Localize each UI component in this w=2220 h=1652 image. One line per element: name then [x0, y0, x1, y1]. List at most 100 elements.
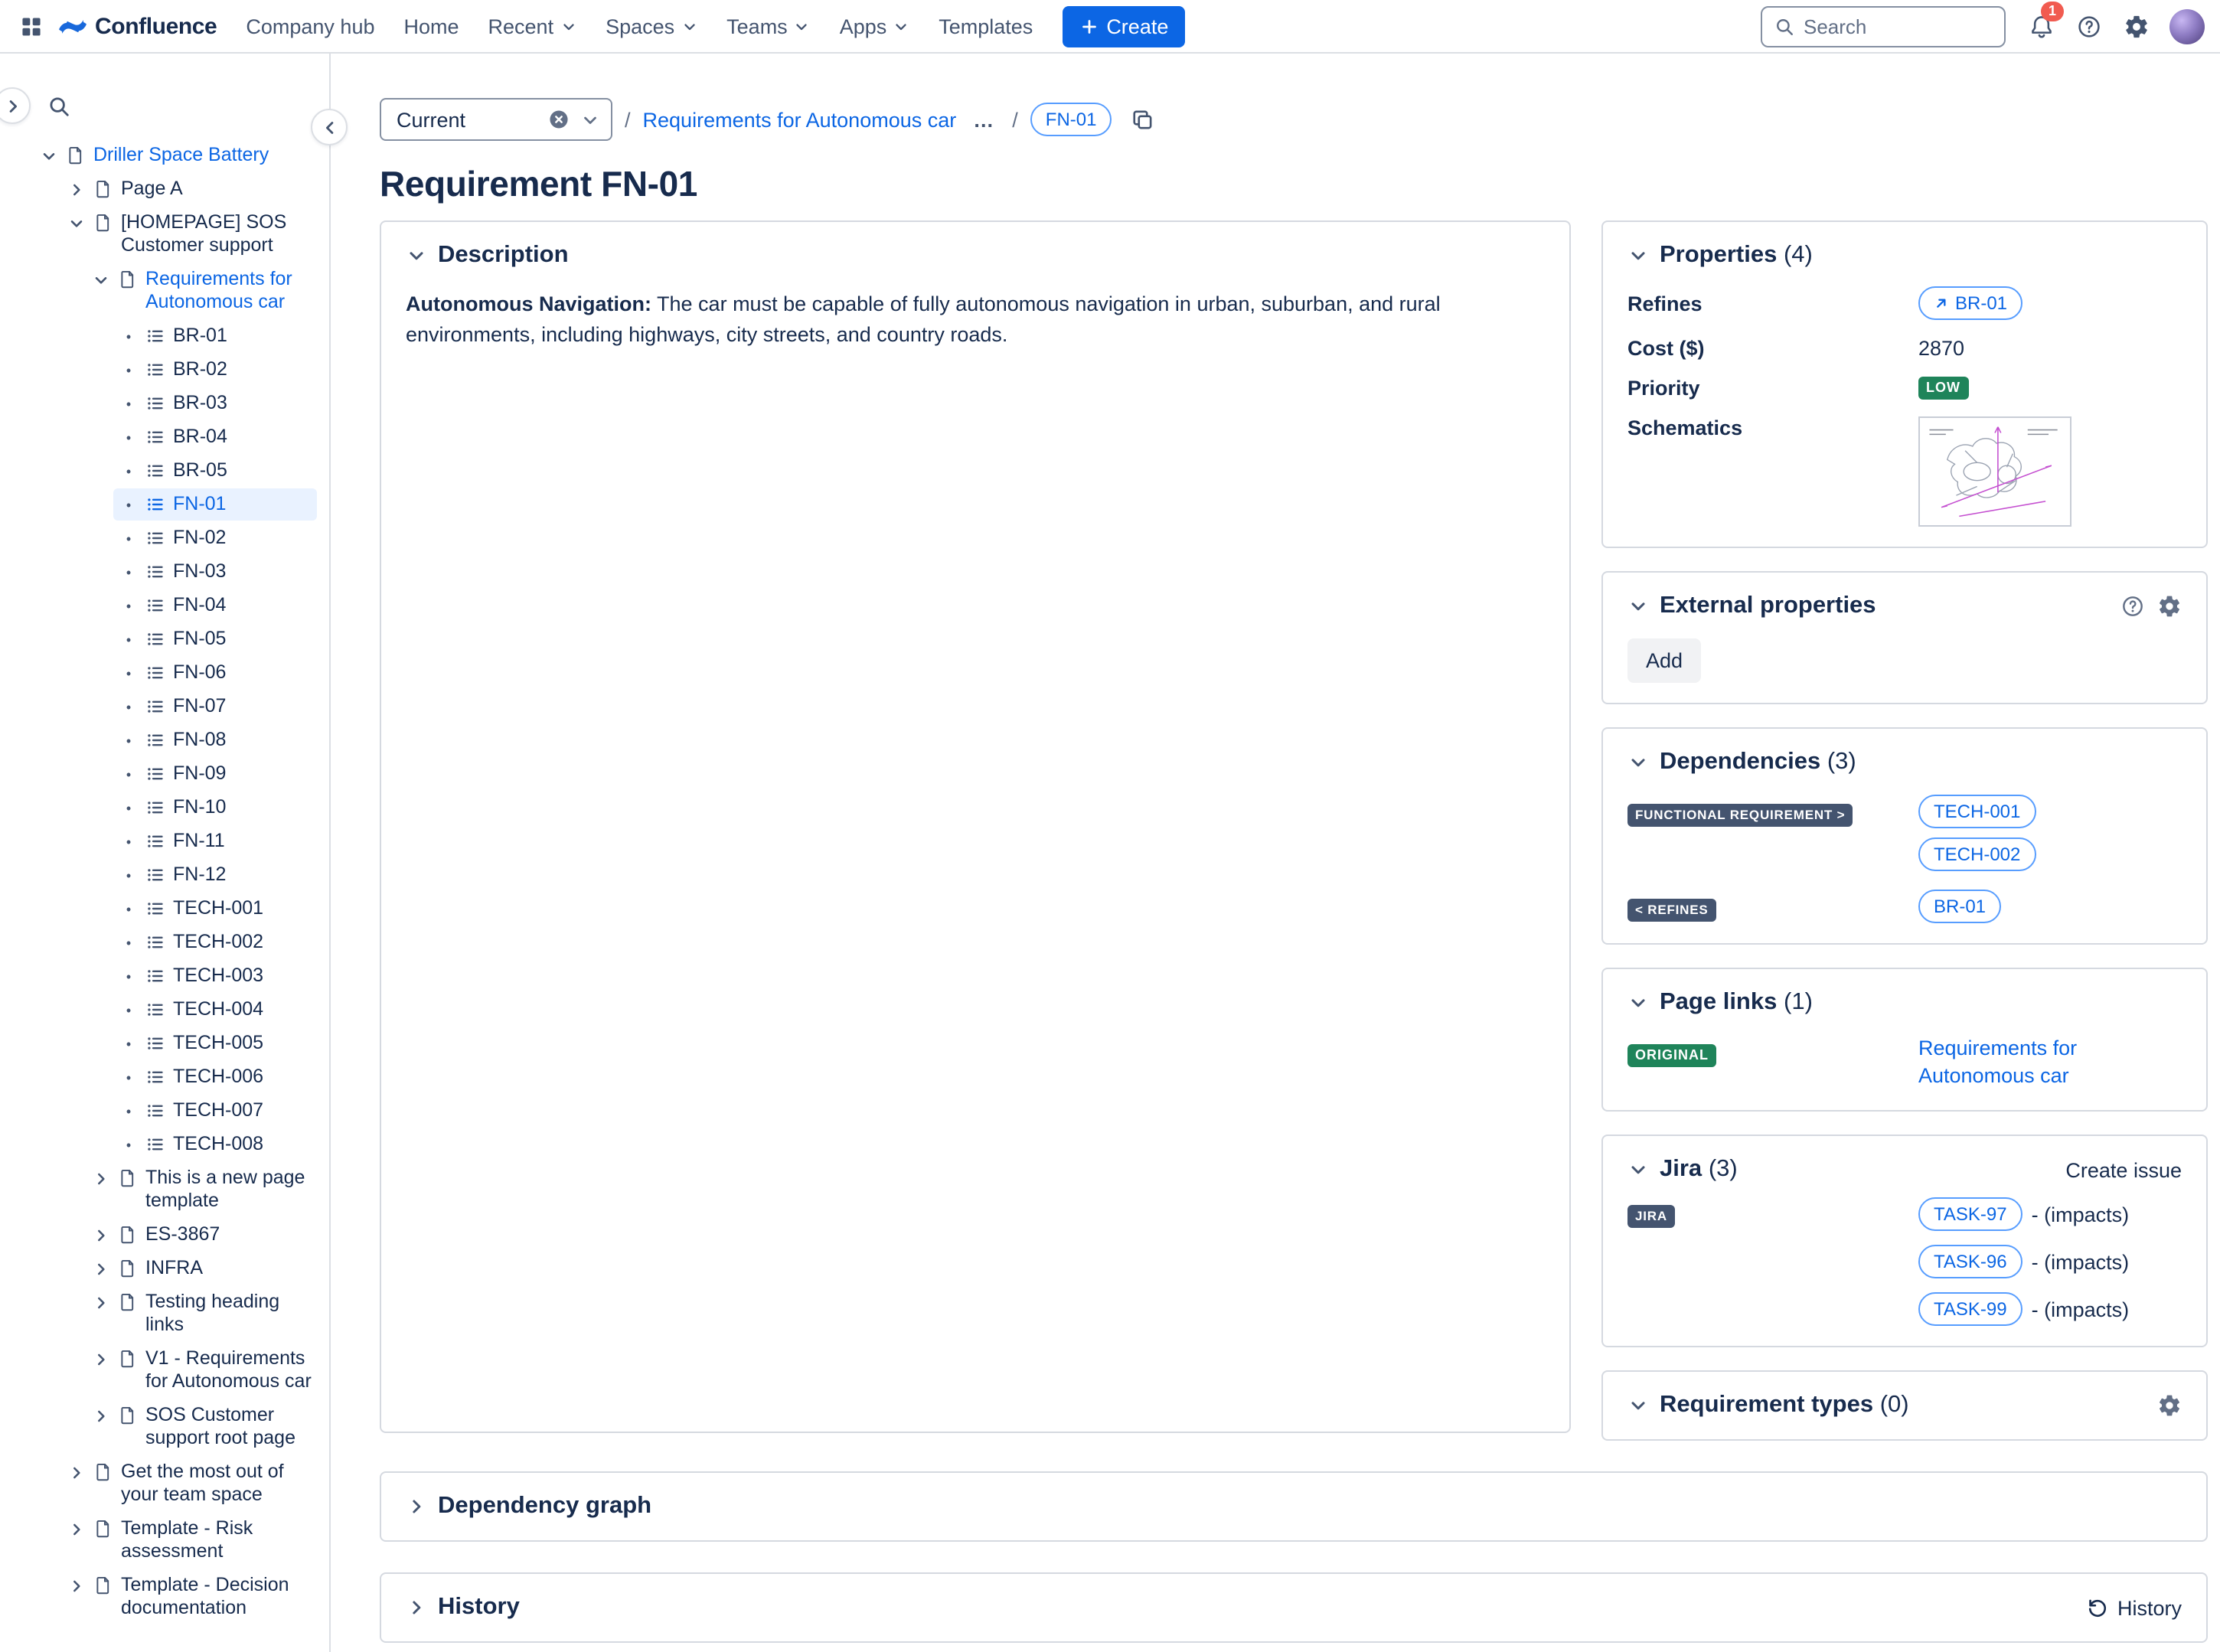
chevron-down-icon[interactable]	[64, 211, 89, 234]
tree-item-br-01[interactable]: • BR-01	[113, 320, 317, 352]
tree-item-tech-007[interactable]: • TECH-007	[113, 1095, 317, 1127]
nav-recent[interactable]: Recent	[475, 5, 591, 47]
jira-issue-chip[interactable]: TASK-99	[1918, 1292, 2022, 1326]
add-external-property-button[interactable]: Add	[1627, 638, 1702, 683]
collapse-requirement-types-chevron-icon[interactable]	[1627, 1395, 1649, 1416]
tree-item-fn-06[interactable]: • FN-06	[113, 657, 317, 689]
tree-item-tech-003[interactable]: • TECH-003	[113, 960, 317, 992]
notifications-bell-icon[interactable]: 1	[2019, 2, 2064, 47]
chevron-down-icon[interactable]	[580, 109, 600, 129]
expand-history-chevron-icon[interactable]	[406, 1597, 427, 1618]
chevron-right-icon[interactable]	[89, 1167, 113, 1190]
breadcrumb-parent-link[interactable]: Requirements for Autonomous car	[643, 108, 957, 131]
tree-item-fn-01[interactable]: • FN-01	[113, 488, 317, 521]
tree-item-fn-07[interactable]: • FN-07	[113, 691, 317, 723]
chevron-down-icon[interactable]	[89, 268, 113, 291]
tree-item-sos-customer-support-root-page[interactable]: SOS Customer support root page	[86, 1399, 317, 1454]
collapse-jira-chevron-icon[interactable]	[1627, 1159, 1649, 1180]
chevron-right-icon[interactable]	[64, 1517, 89, 1540]
history-button[interactable]: History	[2087, 1596, 2182, 1619]
jira-issue-chip[interactable]: TASK-97	[1918, 1197, 2022, 1231]
chevron-right-icon[interactable]	[89, 1404, 113, 1427]
settings-gear-icon[interactable]	[2157, 1393, 2182, 1418]
sidebar-search-icon[interactable]	[37, 84, 80, 127]
schematics-image[interactable]	[1918, 416, 2071, 527]
help-icon[interactable]	[2067, 5, 2110, 47]
tree-item-es-3867[interactable]: ES-3867	[86, 1219, 317, 1251]
user-avatar[interactable]	[2169, 8, 2205, 44]
tree-item-br-03[interactable]: • BR-03	[113, 387, 317, 420]
help-icon[interactable]	[2120, 594, 2145, 619]
clear-version-icon[interactable]	[548, 109, 570, 130]
nav-spaces[interactable]: Spaces	[592, 5, 711, 47]
tree-item-testing-heading-links[interactable]: Testing heading links	[86, 1286, 317, 1341]
tree-item-tech-006[interactable]: • TECH-006	[113, 1061, 317, 1093]
tree-item-fn-10[interactable]: • FN-10	[113, 792, 317, 824]
tree-item-driller-space-battery[interactable]: Driller Space Battery	[34, 139, 317, 171]
collapse-page-links-chevron-icon[interactable]	[1627, 992, 1649, 1014]
jira-issue-chip[interactable]: TASK-96	[1918, 1245, 2022, 1278]
chevron-right-icon[interactable]	[64, 1574, 89, 1597]
tree-item-page-a[interactable]: Page A	[61, 173, 317, 205]
global-search[interactable]	[1761, 5, 2006, 47]
collapse-external-properties-chevron-icon[interactable]	[1627, 596, 1649, 617]
page-link[interactable]: Requirements for Autonomous car	[1918, 1035, 2182, 1090]
tree-item-fn-02[interactable]: • FN-02	[113, 522, 317, 554]
tree-item-tech-001[interactable]: • TECH-001	[113, 893, 317, 925]
version-selector[interactable]: Current	[380, 98, 612, 141]
collapse-properties-chevron-icon[interactable]	[1627, 245, 1649, 266]
tree-item-fn-08[interactable]: • FN-08	[113, 724, 317, 756]
tree-item-v1-requirements-for-autonomous-car[interactable]: V1 - Requirements for Autonomous car	[86, 1343, 317, 1398]
tree-item-infra[interactable]: INFRA	[86, 1252, 317, 1285]
expand-panel-chevron-icon[interactable]	[0, 87, 31, 124]
collapse-description-chevron-icon[interactable]	[406, 245, 427, 266]
chevron-right-icon[interactable]	[64, 1461, 89, 1484]
tree-item-tech-008[interactable]: • TECH-008	[113, 1128, 317, 1161]
tree-item-tech-002[interactable]: • TECH-002	[113, 926, 317, 958]
current-requirement-chip[interactable]: FN-01	[1030, 103, 1112, 136]
nav-apps[interactable]: Apps	[826, 5, 924, 47]
tree-item-fn-04[interactable]: • FN-04	[113, 589, 317, 622]
tree-item-homepage-sos-customer-support[interactable]: [HOMEPAGE] SOS Customer support	[61, 207, 317, 262]
nav-teams[interactable]: Teams	[713, 5, 824, 47]
tree-item-tech-004[interactable]: • TECH-004	[113, 994, 317, 1026]
dependency-chip[interactable]: TECH-002	[1918, 837, 2036, 871]
copy-icon[interactable]	[1124, 101, 1161, 138]
chevron-down-icon[interactable]	[37, 144, 61, 167]
tree-item-br-05[interactable]: • BR-05	[113, 455, 317, 487]
expand-dependency-graph-chevron-icon[interactable]	[406, 1496, 427, 1517]
tree-item-fn-03[interactable]: • FN-03	[113, 556, 317, 588]
tree-item-requirements-for-autonomous-car[interactable]: Requirements for Autonomous car	[86, 263, 317, 318]
create-button[interactable]: Create	[1062, 5, 1186, 47]
tree-item-template-risk-assessment[interactable]: Template - Risk assessment	[61, 1513, 317, 1568]
nav-templates[interactable]: Templates	[925, 5, 1046, 47]
breadcrumb-ellipsis-button[interactable]: …	[968, 108, 1000, 131]
create-issue-link[interactable]: Create issue	[2065, 1158, 2182, 1181]
tree-item-get-the-most-out-of-your-team-space[interactable]: Get the most out of your team space	[61, 1456, 317, 1511]
tree-item-fn-12[interactable]: • FN-12	[113, 859, 317, 891]
confluence-logo[interactable]: Confluence	[52, 11, 232, 41]
nav-company-hub[interactable]: Company hub	[232, 5, 388, 47]
chevron-right-icon[interactable]	[64, 178, 89, 201]
tree-item-br-04[interactable]: • BR-04	[113, 421, 317, 453]
refines-chip[interactable]: BR-01	[1918, 286, 2023, 320]
tree-item-fn-05[interactable]: • FN-05	[113, 623, 317, 655]
chevron-right-icon[interactable]	[89, 1347, 113, 1370]
collapse-dependencies-chevron-icon[interactable]	[1627, 752, 1649, 773]
chevron-right-icon[interactable]	[89, 1257, 113, 1280]
chevron-right-icon[interactable]	[89, 1291, 113, 1314]
chevron-right-icon[interactable]	[89, 1223, 113, 1246]
settings-gear-icon[interactable]	[2114, 5, 2157, 47]
app-switcher-icon[interactable]	[9, 5, 52, 47]
tree-item-template-decision-documentation[interactable]: Template - Decision documentation	[61, 1569, 317, 1624]
nav-home[interactable]: Home	[390, 5, 473, 47]
search-input[interactable]	[1804, 15, 1992, 38]
tree-item-tech-005[interactable]: • TECH-005	[113, 1027, 317, 1059]
tree-item-fn-09[interactable]: • FN-09	[113, 758, 317, 790]
dependency-chip[interactable]: BR-01	[1918, 890, 2002, 923]
dependency-chip[interactable]: TECH-001	[1918, 795, 2036, 828]
tree-item-br-02[interactable]: • BR-02	[113, 354, 317, 386]
collapse-sidebar-button[interactable]	[311, 109, 348, 145]
tree-item-fn-11[interactable]: • FN-11	[113, 825, 317, 857]
settings-gear-icon[interactable]	[2157, 594, 2182, 619]
